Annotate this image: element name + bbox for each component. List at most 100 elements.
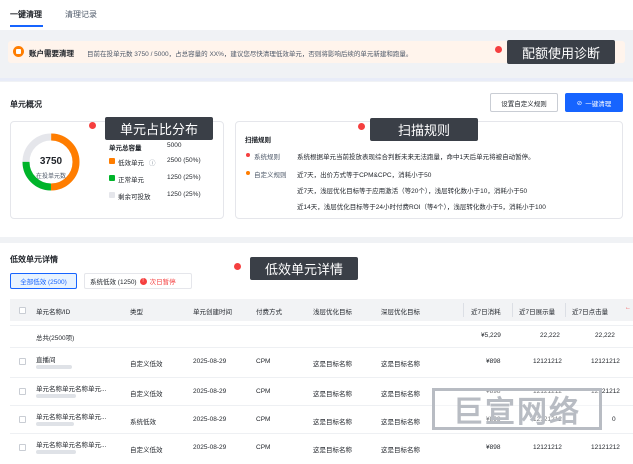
legend-remaining-value: 1250 (25%)	[167, 191, 201, 198]
section-divider	[0, 78, 633, 81]
legend-remaining-swatch	[109, 192, 115, 198]
donut-value: 3750	[39, 156, 63, 167]
column-divider	[512, 303, 513, 317]
row-divider	[10, 347, 633, 348]
row-shallow-goal: 这是目标名称	[313, 391, 352, 398]
filter-system-low[interactable]: 系统低效 (1250) ! 次日暂停	[84, 273, 192, 289]
row-checkbox[interactable]	[19, 444, 26, 451]
row-created-time: 2025-08-29	[193, 416, 227, 423]
legend-normal-label: 正常单元	[118, 177, 144, 184]
annotation-dot	[89, 122, 96, 129]
info-icon[interactable]: ⓘ	[149, 157, 156, 167]
row-cost: ¥898	[486, 358, 501, 365]
col-unit-name: 单元名称/ID	[36, 309, 71, 316]
custom-rule-bullet	[246, 171, 250, 175]
column-divider	[463, 303, 464, 317]
filter-all-low[interactable]: 全部低效 (2500)	[10, 273, 77, 289]
col-shallow-goal: 浅层优化目标	[313, 309, 352, 316]
legend-normal-value: 1250 (25%)	[167, 174, 201, 181]
total-capacity-value: 5000	[167, 142, 182, 149]
row-cost: ¥898	[486, 444, 501, 451]
one-click-clean-button[interactable]: ⊘ 一键清理	[565, 93, 623, 112]
row-unit-name[interactable]: 单元名称单元名称单元...	[36, 439, 106, 449]
row-deep-goal: 这是目标名称	[381, 419, 420, 426]
top-tabs: 一键清理 清理记录	[0, 0, 633, 30]
row-type: 系统低效	[130, 419, 156, 426]
col-impressions-7d[interactable]: 近7日展示量	[519, 306, 555, 316]
annotation-dot	[234, 263, 241, 270]
one-click-clean-label: 一键清理	[585, 100, 612, 108]
row-created-time: 2025-08-29	[193, 444, 227, 451]
callout-detail: 低效单元详情	[250, 257, 358, 280]
rules-title: 扫描规则	[245, 137, 271, 144]
row-shallow-goal: 这是目标名称	[313, 447, 352, 454]
row-unit-id	[36, 422, 74, 426]
overview-title: 单元概况	[10, 100, 42, 109]
total-capacity-label: 单元总容量	[109, 145, 142, 152]
active-tab-indicator	[10, 25, 43, 27]
row-checkbox[interactable]	[19, 358, 26, 365]
row-clicks: 0	[612, 416, 616, 423]
annotation-dot	[495, 46, 502, 53]
col-cost-7d[interactable]: 近7日消耗	[471, 306, 501, 316]
annotation-dot	[358, 123, 365, 130]
row-divider	[10, 325, 633, 326]
total-row-label: 总共(2500项)	[36, 335, 75, 342]
detail-title: 低效单元详情	[10, 255, 58, 264]
row-checkbox[interactable]	[19, 416, 26, 423]
row-shallow-goal: 这是目标名称	[313, 361, 352, 368]
row-divider	[10, 377, 633, 378]
custom-rule-button[interactable]: 设置自定义规则	[490, 93, 558, 112]
col-type: 类型	[130, 309, 143, 316]
row-created-time: 2025-08-29	[193, 358, 227, 365]
custom-rule-label: 自定义规则	[254, 172, 287, 179]
row-unit-id	[36, 394, 76, 398]
row-unit-name[interactable]: 直播间	[36, 354, 56, 364]
row-deep-goal: 这是目标名称	[381, 391, 420, 398]
row-shallow-goal: 这是目标名称	[313, 419, 352, 426]
legend-remaining-label: 剩余可投放	[118, 194, 151, 201]
legend-low-value: 2500 (50%)	[167, 157, 201, 164]
row-pay-method: CPM	[256, 388, 271, 395]
row-pay-method: CPM	[256, 416, 271, 423]
total-row-impressions: 22,222	[540, 332, 560, 339]
warning-icon	[13, 46, 24, 57]
row-unit-name[interactable]: 单元名称单元名称单元...	[36, 411, 106, 421]
row-pay-method: CPM	[256, 444, 271, 451]
callout-distribution: 单元占比分布	[105, 117, 213, 140]
total-row-clicks: 22,222	[595, 332, 615, 339]
column-divider	[565, 303, 566, 317]
banner-message: 目前在投单元数 3750 / 5000，占总容量的 XX%，建议您尽快清理低效单…	[87, 51, 413, 58]
row-impressions: 12121212	[533, 444, 562, 451]
system-rule-label: 系统规则	[254, 154, 280, 161]
callout-quota: 配额使用诊断	[507, 40, 615, 64]
legend-low-swatch	[109, 158, 115, 164]
row-pay-method: CPM	[256, 358, 271, 365]
row-unit-id	[36, 450, 76, 454]
col-deep-goal: 深层优化目标	[381, 309, 420, 316]
total-row-cost: ¥5,229	[481, 332, 501, 339]
select-all-checkbox[interactable]	[19, 307, 26, 314]
custom-rule-line: 近7天，出价方式等于CPM&CPC，消耗小于50	[297, 172, 432, 179]
banner-title: 账户需要清理	[29, 49, 74, 58]
col-clicks-7d[interactable]: 近7日点击量	[572, 306, 608, 316]
row-unit-id	[36, 365, 72, 369]
row-type: 自定义低效	[130, 391, 163, 398]
row-clicks: 12121212	[591, 358, 620, 365]
scroll-hint-icon: ←	[625, 305, 631, 311]
row-type: 自定义低效	[130, 361, 163, 368]
legend-normal-swatch	[109, 175, 115, 181]
system-rule-text: 系统根据单元当前投放表现综合判断未来无法跑量，命中1天后单元将被自动暂停。	[297, 154, 535, 161]
filter-system-low-label: 系统低效 (1250)	[90, 279, 137, 286]
custom-rule-line: 近14天，浅层优化目标等于24小时付费ROI（等4个），浅层转化数小于5，消耗小…	[297, 204, 546, 211]
col-created-time: 单元创建时间	[193, 309, 232, 316]
donut-label: 在投单元数	[35, 174, 66, 180]
col-pay-method: 付费方式	[256, 309, 282, 316]
clean-icon: ⊘	[576, 99, 583, 107]
row-deep-goal: 这是目标名称	[381, 361, 420, 368]
tab-one-click-clean[interactable]: 一键清理	[10, 9, 42, 20]
custom-rule-line: 近7天，浅层优化目标等于应用激活（等20个），浅层转化数小于10，消耗小于50	[297, 188, 528, 195]
row-unit-name[interactable]: 单元名称单元名称单元...	[36, 383, 106, 393]
tab-clean-records[interactable]: 清理记录	[65, 9, 97, 20]
row-checkbox[interactable]	[19, 388, 26, 395]
